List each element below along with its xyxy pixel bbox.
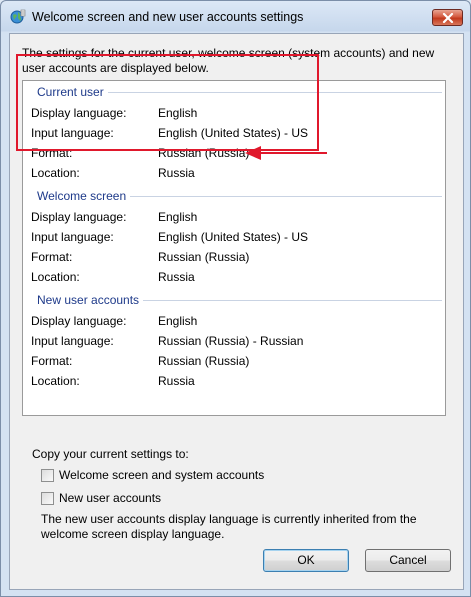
- welcome-format-label: Format:: [31, 250, 73, 264]
- inheritance-note: The new user accounts display language i…: [41, 512, 417, 541]
- group-title-welcome-screen: Welcome screen: [37, 189, 131, 203]
- new-user-location-label: Location:: [31, 374, 80, 388]
- new-user-display-language-value: English: [158, 314, 198, 328]
- welcome-screen-checkbox[interactable]: [41, 469, 54, 482]
- cancel-button[interactable]: Cancel: [365, 549, 451, 572]
- title-bar[interactable]: Welcome screen and new user accounts set…: [1, 1, 470, 33]
- welcome-location-label: Location:: [31, 270, 80, 284]
- arrow-icon: [245, 146, 327, 160]
- close-icon: [442, 13, 454, 23]
- new-user-accounts-checkbox[interactable]: [41, 492, 54, 505]
- welcome-display-language-label: Display language:: [31, 210, 127, 224]
- welcome-format-value: Russian (Russia): [158, 250, 250, 264]
- window-title: Welcome screen and new user accounts set…: [32, 10, 304, 24]
- group-header-welcome-screen: Welcome screen: [37, 189, 442, 203]
- new-user-input-language-label: Input language:: [31, 334, 114, 348]
- group-header-new-user-accounts: New user accounts: [37, 293, 442, 307]
- welcome-input-language-label: Input language:: [31, 230, 114, 244]
- new-user-format-label: Format:: [31, 354, 73, 368]
- dialog-window: Welcome screen and new user accounts set…: [0, 0, 471, 597]
- highlight-box: [16, 54, 319, 151]
- close-button[interactable]: [432, 9, 463, 26]
- new-user-accounts-checkbox-label[interactable]: New user accounts: [59, 491, 161, 505]
- group-title-new-user-accounts: New user accounts: [37, 293, 144, 307]
- region-globe-icon: [10, 9, 26, 25]
- new-user-input-language-value: Russian (Russia) - Russian: [158, 334, 304, 348]
- current-user-location-label: Location:: [31, 166, 80, 180]
- new-user-location-value: Russia: [158, 374, 195, 388]
- welcome-screen-checkbox-row[interactable]: Welcome screen and system accounts: [41, 468, 301, 483]
- welcome-screen-checkbox-label[interactable]: Welcome screen and system accounts: [59, 468, 264, 482]
- welcome-display-language-value: English: [158, 210, 198, 224]
- new-user-accounts-checkbox-row[interactable]: New user accounts: [41, 491, 201, 506]
- current-user-location-value: Russia: [158, 166, 195, 180]
- new-user-display-language-label: Display language:: [31, 314, 127, 328]
- welcome-location-value: Russia: [158, 270, 195, 284]
- new-user-format-value: Russian (Russia): [158, 354, 250, 368]
- welcome-input-language-value: English (United States) - US: [158, 230, 309, 244]
- copy-settings-label: Copy your current settings to:: [32, 447, 189, 461]
- ok-button[interactable]: OK: [263, 549, 349, 572]
